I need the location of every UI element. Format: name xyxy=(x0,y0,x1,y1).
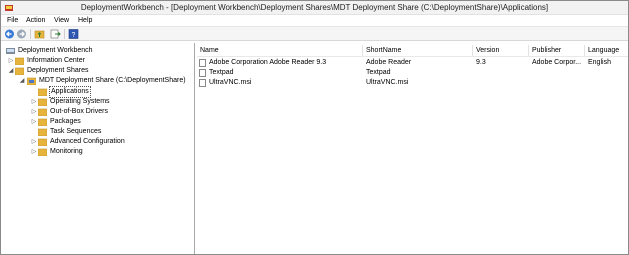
toolbar-separator xyxy=(64,29,65,39)
file-icon xyxy=(199,69,206,77)
tree-item-packages[interactable]: ▷ Packages xyxy=(5,117,193,127)
column-header-language[interactable]: Language xyxy=(585,45,628,56)
tree-label: Out-of-Box Drivers xyxy=(50,108,108,115)
forward-arrow-icon[interactable] xyxy=(16,29,27,39)
share-folder-icon xyxy=(27,77,36,85)
tree-label: Monitoring xyxy=(50,148,83,155)
folder-icon xyxy=(15,67,24,75)
workbench-icon xyxy=(6,48,15,54)
column-header-name[interactable]: Name xyxy=(197,45,363,56)
tree-label: Operating Systems xyxy=(50,98,110,105)
tree-label: Packages xyxy=(50,118,81,125)
chevron-right-icon[interactable]: ▷ xyxy=(31,107,37,117)
navigation-tree: Deployment Workbench ▷ Information Cente… xyxy=(3,43,195,254)
folder-icon xyxy=(38,98,47,106)
chevron-right-icon[interactable]: ▷ xyxy=(31,147,37,157)
header-divider xyxy=(197,56,628,57)
column-header-shortname[interactable]: ShortName xyxy=(363,45,473,56)
tree-label: MDT Deployment Share (C:\DeploymentShare… xyxy=(39,77,186,84)
folder-icon xyxy=(38,118,47,126)
cell-shortname: Adobe Reader xyxy=(366,59,412,66)
chevron-right-icon[interactable]: ▷ xyxy=(8,56,14,66)
menu-file[interactable]: File xyxy=(7,15,18,26)
app-window: DeploymentWorkbench - [Deployment Workbe… xyxy=(0,0,629,255)
column-header-publisher[interactable]: Publisher xyxy=(529,45,585,56)
folder-icon xyxy=(38,148,47,156)
tree-item-deployment-workbench[interactable]: Deployment Workbench xyxy=(5,46,193,56)
export-list-icon[interactable] xyxy=(50,29,61,39)
chevron-right-icon[interactable]: ▷ xyxy=(31,137,37,147)
menu-view[interactable]: View xyxy=(54,15,69,26)
folder-icon xyxy=(38,88,47,96)
tree-item-deployment-shares[interactable]: ◢ Deployment Shares xyxy=(5,66,193,76)
cell-shortname: UltraVNC.msi xyxy=(366,79,409,86)
cell-name: Adobe Corporation Adobe Reader 9.3 xyxy=(209,59,327,66)
cell-shortname: Textpad xyxy=(366,69,391,76)
tree-item-advanced-configuration[interactable]: ▷ Advanced Configuration xyxy=(5,137,193,147)
back-arrow-icon[interactable] xyxy=(4,29,15,39)
cell-publisher: Adobe Corpor... xyxy=(532,59,582,66)
menu-action[interactable]: Action xyxy=(26,15,45,26)
tree-item-applications[interactable]: Applications xyxy=(5,86,193,98)
cell-version: 9.3 xyxy=(476,59,486,66)
column-header-version[interactable]: Version xyxy=(473,45,529,56)
tree-item-drivers[interactable]: ▷ Out-of-Box Drivers xyxy=(5,107,193,117)
window-title: DeploymentWorkbench - [Deployment Workbe… xyxy=(80,3,549,12)
file-icon xyxy=(199,59,206,67)
cell-name: UltraVNC.msi xyxy=(209,79,252,86)
applications-list: Name ShortName Version Publisher Languag… xyxy=(197,43,628,254)
chevron-down-icon[interactable]: ◢ xyxy=(8,66,14,76)
file-icon xyxy=(199,79,206,87)
tree-label: Information Center xyxy=(27,57,85,64)
tree-label: Applications xyxy=(49,86,91,98)
folder-icon xyxy=(38,138,47,146)
tree-item-operating-systems[interactable]: ▷ Operating Systems xyxy=(5,97,193,107)
folder-icon xyxy=(38,108,47,116)
up-folder-icon[interactable] xyxy=(34,29,45,39)
cell-language: English xyxy=(588,59,611,66)
tree-item-information-center[interactable]: ▷ Information Center xyxy=(5,56,193,66)
tree-label: Deployment Workbench xyxy=(18,47,93,54)
tree-label: Deployment Shares xyxy=(27,67,89,74)
chevron-right-icon[interactable]: ▷ xyxy=(31,117,37,127)
info-folder-icon xyxy=(15,57,24,65)
title-bar[interactable]: DeploymentWorkbench - [Deployment Workbe… xyxy=(1,1,628,15)
svg-text:?: ? xyxy=(72,32,76,39)
folder-icon xyxy=(38,128,47,136)
menu-help[interactable]: Help xyxy=(78,15,92,26)
tree-item-mdt-share[interactable]: ◢ MDT Deployment Share (C:\DeploymentSha… xyxy=(5,76,193,86)
cell-name: Textpad xyxy=(209,69,234,76)
tree-label: Advanced Configuration xyxy=(50,138,125,145)
chevron-right-icon[interactable]: ▷ xyxy=(31,97,37,107)
tree-item-task-sequences[interactable]: Task Sequences xyxy=(5,127,193,137)
help-icon[interactable]: ? xyxy=(68,29,79,39)
toolbar: ? xyxy=(1,26,628,41)
menu-bar: File Action View Help xyxy=(1,15,628,26)
tree-label: Task Sequences xyxy=(50,128,102,135)
chevron-down-icon[interactable]: ◢ xyxy=(19,76,25,86)
toolbar-separator xyxy=(30,29,31,39)
tree-item-monitoring[interactable]: ▷ Monitoring xyxy=(5,147,193,157)
